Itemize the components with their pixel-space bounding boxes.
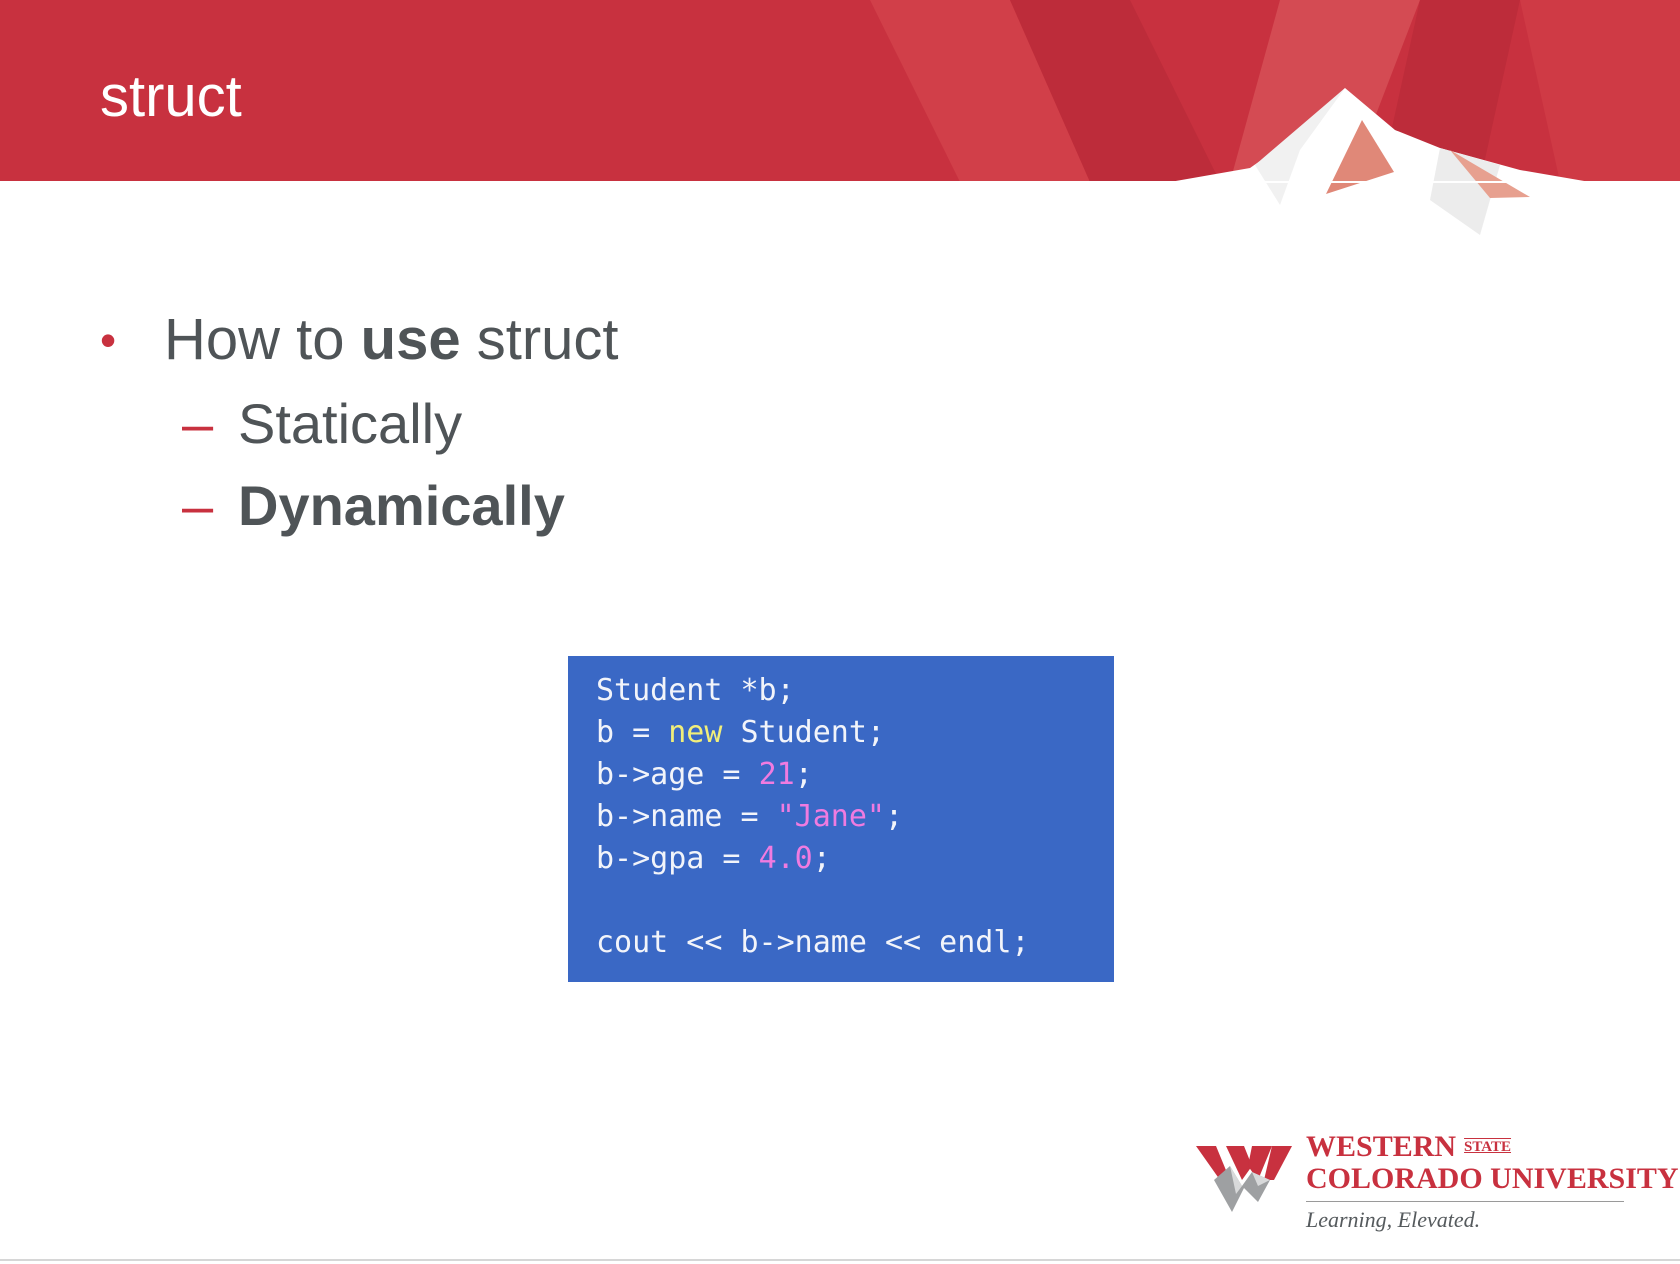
code-token: Student; [722, 715, 885, 750]
w-mountain-logo-icon [1196, 1146, 1292, 1212]
code-token: b->name = [596, 799, 777, 834]
dash-icon: – [182, 392, 214, 455]
code-literal: "Jane" [776, 799, 885, 834]
code-token: b = [596, 715, 669, 750]
code-keyword: new [668, 715, 723, 750]
logo-state: STATE [1464, 1139, 1512, 1155]
code-line: b->gpa = 4.0; [596, 838, 831, 880]
code-line: cout << b->name << endl; [596, 922, 1029, 964]
logo-colorado-university: COLORADO UNIVERSITY [1306, 1162, 1679, 1195]
code-line: Student *b; [596, 670, 795, 712]
code-line: b->name = "Jane"; [596, 796, 903, 838]
logo-tagline: Learning, Elevated. [1306, 1207, 1481, 1232]
sub-bullet-text: Dynamically [238, 474, 565, 537]
code-block: Student *b; b = new Student; b->age = 21; b… [568, 656, 1114, 982]
slide: struct • How to use struct – Statically … [0, 0, 1680, 1264]
dash-icon: – [182, 474, 214, 537]
code-line: b->age = 21; [596, 754, 813, 796]
bottom-divider [0, 1259, 1680, 1261]
code-token: ; [812, 841, 831, 876]
code-token: b->gpa = [596, 841, 759, 876]
slide-title: struct [100, 64, 242, 129]
university-logo: WESTERN STATE COLORADO UNIVERSITY Learnin… [1196, 1130, 1679, 1240]
logo-divider [1306, 1201, 1624, 1202]
code-token: ; [885, 799, 904, 834]
header-banner [0, 0, 1680, 260]
code-literal: 21 [758, 757, 795, 792]
code-line: b = new Student; [596, 712, 885, 754]
logo-western: WESTERN STATE [1306, 1130, 1512, 1163]
code-token: ; [794, 757, 813, 792]
code-token: Student *b; [596, 673, 795, 708]
bullet-dot-icon: • [100, 314, 117, 366]
bullet-text: How to use struct [164, 307, 619, 372]
code-literal: 4.0 [758, 841, 813, 876]
sub-bullet-text: Statically [238, 392, 463, 455]
bullet-bold-word: use [360, 307, 461, 372]
code-token: cout << b->name << endl; [596, 925, 1030, 960]
code-token: b->age = [596, 757, 759, 792]
